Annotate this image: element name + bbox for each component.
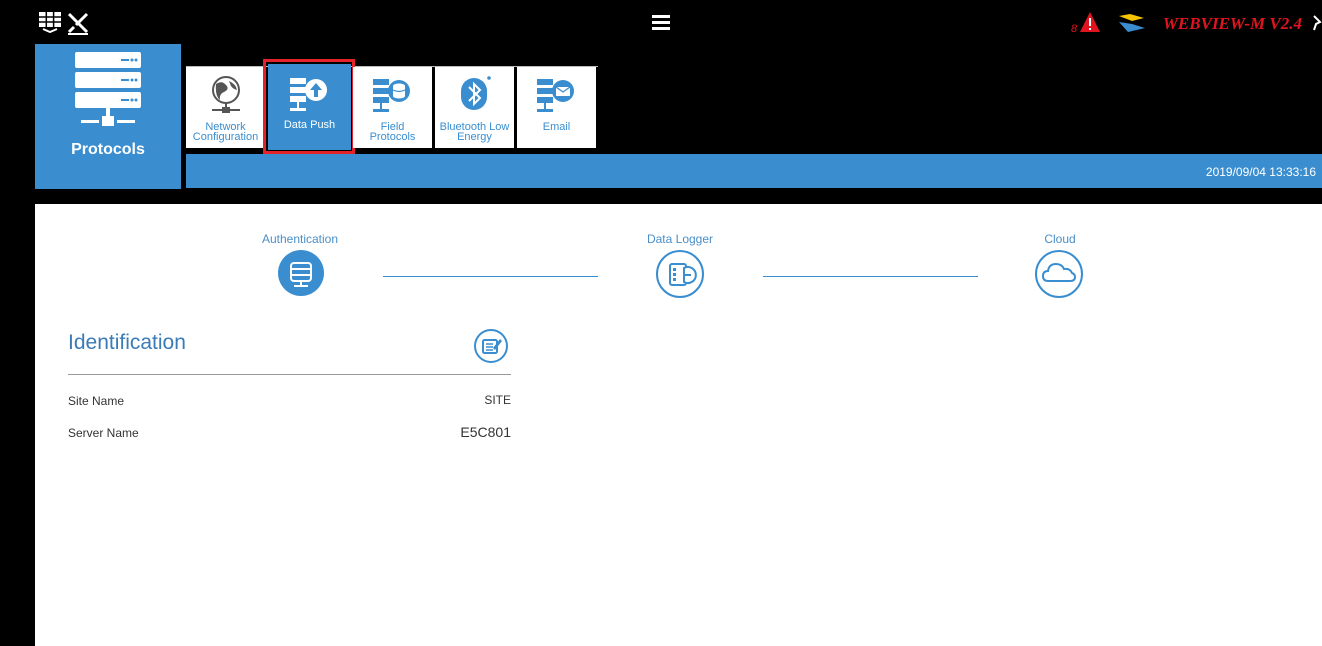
server-icon bbox=[278, 250, 324, 296]
protocols-label: Protocols bbox=[71, 141, 145, 158]
status-bar: 2019/09/04 13:33:16 bbox=[186, 154, 1322, 188]
section-divider bbox=[68, 374, 511, 375]
tab-label: Email bbox=[542, 121, 571, 133]
site-name-label: Site Name bbox=[68, 394, 125, 408]
alarm-count: 8 bbox=[1071, 23, 1078, 35]
server-name-value: E5C801 bbox=[460, 424, 511, 440]
app-title: WEBVIEW-M V2.4 bbox=[1162, 14, 1302, 33]
edit-note-icon bbox=[474, 329, 508, 363]
server-database-icon bbox=[373, 79, 413, 118]
cloud-icon bbox=[1035, 250, 1083, 298]
active-tab-highlight bbox=[263, 59, 355, 154]
brand-logo-icon bbox=[1118, 12, 1146, 39]
step-label-cloud: Cloud bbox=[1044, 232, 1076, 246]
grid-menu-icon[interactable] bbox=[38, 11, 62, 38]
data-logger-icon bbox=[656, 250, 704, 298]
tab-bluetooth-low-energy[interactable]: Bluetooth Low Energy bbox=[435, 67, 514, 148]
edit-identification-button[interactable] bbox=[473, 328, 509, 369]
hamburger-menu-icon[interactable] bbox=[652, 14, 670, 35]
step-connector bbox=[383, 276, 598, 277]
server-email-icon bbox=[537, 79, 577, 118]
tab-label: Bluetooth Low Energy bbox=[439, 121, 510, 143]
globe-network-icon bbox=[210, 76, 242, 119]
site-name-value: SITE bbox=[484, 393, 511, 407]
pin-icon[interactable] bbox=[1312, 14, 1322, 37]
step-authentication[interactable] bbox=[277, 249, 325, 302]
alarm-warning-icon[interactable] bbox=[1079, 11, 1101, 38]
step-connector bbox=[763, 276, 978, 277]
identification-title: Identification bbox=[68, 331, 186, 354]
datetime-display: 2019/09/04 13:33:16 bbox=[1205, 165, 1316, 179]
tab-label: Field Protocols bbox=[369, 121, 416, 143]
step-cloud[interactable] bbox=[1034, 249, 1084, 304]
tools-icon[interactable] bbox=[66, 11, 90, 40]
tab-email[interactable]: Email bbox=[517, 67, 596, 148]
server-stack-icon bbox=[75, 52, 141, 141]
step-data-logger[interactable] bbox=[655, 249, 705, 304]
protocols-module-tile[interactable]: Protocols bbox=[35, 44, 181, 189]
main-content: Authentication Data Logger Cloud Identif… bbox=[35, 204, 1322, 646]
step-label-authentication: Authentication bbox=[261, 232, 339, 246]
step-label-data-logger: Data Logger bbox=[646, 232, 714, 246]
tab-network-configuration[interactable]: Network Configuration bbox=[186, 67, 265, 148]
tab-field-protocols[interactable]: Field Protocols bbox=[353, 67, 432, 148]
bluetooth-icon bbox=[460, 75, 492, 116]
tab-label: Network Configuration bbox=[192, 121, 259, 143]
server-name-label: Server Name bbox=[68, 426, 139, 440]
